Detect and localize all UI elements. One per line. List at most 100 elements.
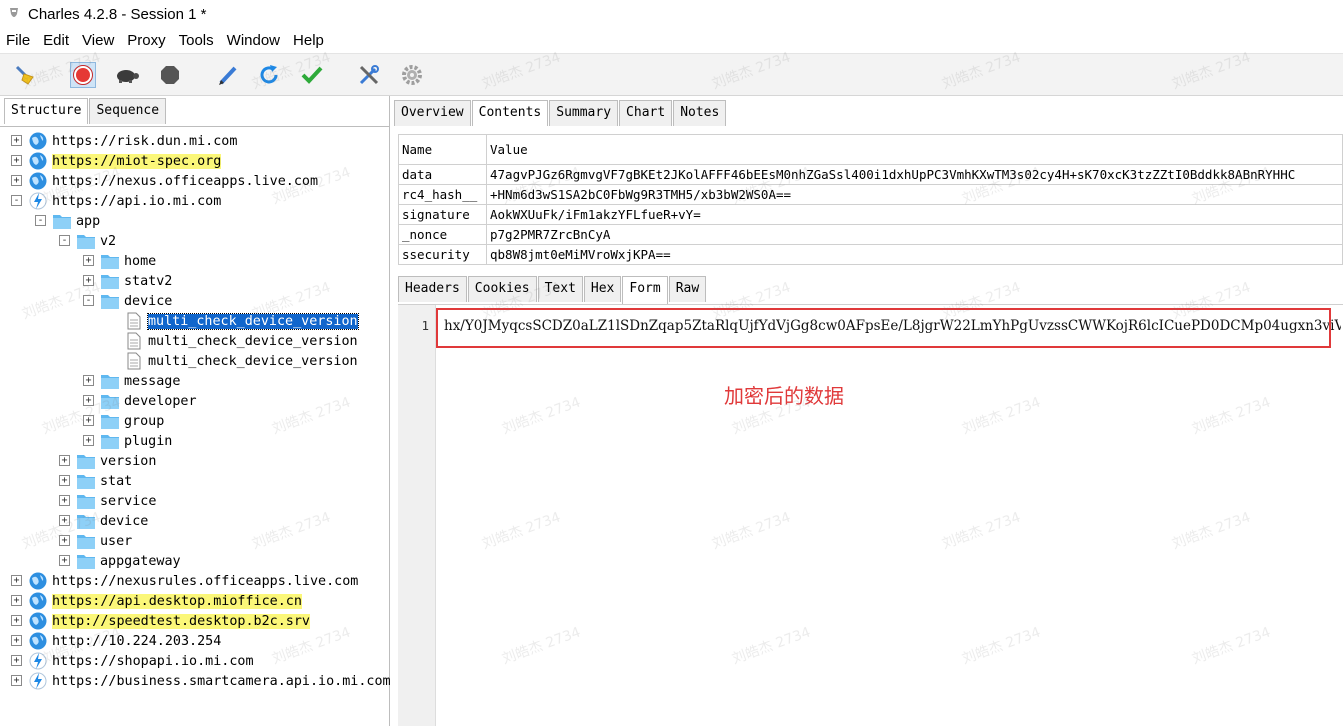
- globe-icon: [28, 171, 48, 191]
- broom-icon[interactable]: [12, 62, 38, 88]
- tree-expander[interactable]: +: [11, 615, 22, 626]
- tree-node[interactable]: multi_check_device_version: [124, 311, 359, 331]
- table-row[interactable]: rc4_hash__ +HNm6d3wS1SA2bC0FbWg9R3TMH5/x…: [398, 184, 1343, 205]
- menu-view[interactable]: View: [76, 32, 121, 49]
- tree-expander[interactable]: +: [59, 495, 70, 506]
- menu-help[interactable]: Help: [287, 32, 331, 49]
- tab-hex[interactable]: Hex: [583, 276, 622, 302]
- tree-node[interactable]: + user: [59, 531, 133, 551]
- stop-icon[interactable]: [157, 62, 183, 88]
- table-row[interactable]: data 47agvPJGz6RgmvgVF7gBKEt2JKolAFFF46b…: [398, 164, 1343, 185]
- tree-node[interactable]: + home: [83, 251, 156, 271]
- tree-expander[interactable]: +: [11, 155, 22, 166]
- tree-expander[interactable]: -: [35, 215, 46, 226]
- tree-node[interactable]: + http://10.224.203.254: [11, 631, 221, 651]
- tree-node[interactable]: + version: [59, 451, 156, 471]
- tree-expander[interactable]: +: [83, 375, 94, 386]
- tree-node[interactable]: + https://nexusrules.officeapps.live.com: [11, 571, 358, 591]
- tree-node[interactable]: + https://business.smartcamera.api.io.mi.…: [11, 671, 390, 691]
- tab-contents[interactable]: Contents: [471, 100, 549, 126]
- tree-node[interactable]: + https://api.desktop.mioffice.cn: [11, 591, 302, 611]
- globe-icon: [28, 611, 48, 631]
- tools-icon[interactable]: [356, 62, 382, 88]
- tree-expander[interactable]: -: [83, 295, 94, 306]
- folder-icon: [100, 291, 120, 311]
- tree-expander[interactable]: +: [11, 635, 22, 646]
- tree-node[interactable]: + service: [59, 491, 156, 511]
- tree-node[interactable]: - v2: [59, 231, 116, 251]
- check-icon[interactable]: [299, 62, 325, 88]
- column-header-value[interactable]: Value: [486, 134, 1343, 165]
- tree-node[interactable]: + stat: [59, 471, 132, 491]
- table-row[interactable]: _nonce p7g2PMR7ZrcBnCyA: [398, 224, 1343, 245]
- gear-icon[interactable]: [399, 62, 425, 88]
- tab-overview[interactable]: Overview: [394, 100, 471, 126]
- body-editor[interactable]: 1 hx/Y0JMyqcsSCDZ0aLZ1lSDnZqap5ZtaRlqUjf…: [398, 304, 1343, 726]
- tree-expander[interactable]: +: [11, 575, 22, 586]
- tree-expander[interactable]: +: [11, 655, 22, 666]
- tree-expander[interactable]: +: [59, 555, 70, 566]
- title-bar: Charles 4.2.8 - Session 1 *: [0, 0, 1343, 28]
- tab-sequence[interactable]: Sequence: [89, 98, 167, 124]
- tree-node[interactable]: - app: [35, 211, 100, 231]
- tree-expander[interactable]: +: [83, 435, 94, 446]
- tree-expander[interactable]: +: [11, 595, 22, 606]
- tree-node[interactable]: + appgateway: [59, 551, 181, 571]
- tree-node[interactable]: + https://risk.dun.mi.com: [11, 131, 237, 151]
- tab-raw[interactable]: Raw: [668, 276, 707, 302]
- turtle-icon[interactable]: [114, 62, 140, 88]
- tree-expander[interactable]: +: [59, 455, 70, 466]
- tree-node[interactable]: + http://speedtest.desktop.b2c.srv: [11, 611, 310, 631]
- annotation-highlight-box: [436, 308, 1331, 348]
- param-value: p7g2PMR7ZrcBnCyA: [486, 224, 1343, 245]
- tree-expander[interactable]: +: [83, 255, 94, 266]
- menu-proxy[interactable]: Proxy: [121, 32, 172, 49]
- tree-node-label: developer: [124, 393, 197, 409]
- pen-icon[interactable]: [215, 62, 241, 88]
- tree-expander[interactable]: +: [83, 415, 94, 426]
- tree-node[interactable]: + https://shopapi.io.mi.com: [11, 651, 254, 671]
- tab-form[interactable]: Form: [622, 276, 668, 304]
- tree-expander[interactable]: +: [59, 515, 70, 526]
- tree-node[interactable]: multi_check_device_version: [124, 351, 358, 371]
- tree-node[interactable]: + group: [83, 411, 164, 431]
- tree-node[interactable]: + https://nexus.officeapps.live.com: [11, 171, 318, 191]
- file-icon: [124, 311, 144, 331]
- tree-node[interactable]: + developer: [83, 391, 197, 411]
- tree-expander[interactable]: +: [11, 135, 22, 146]
- column-header-name[interactable]: Name: [398, 134, 487, 165]
- tab-headers[interactable]: Headers: [398, 276, 467, 302]
- tree-expander[interactable]: -: [59, 235, 70, 246]
- tree-node[interactable]: multi_check_device_version: [124, 331, 358, 351]
- tree-node[interactable]: - https://api.io.mi.com: [11, 191, 221, 211]
- tree-expander[interactable]: -: [11, 195, 22, 206]
- tree-expander[interactable]: +: [11, 175, 22, 186]
- tab-cookies[interactable]: Cookies: [467, 276, 537, 302]
- menu-tools[interactable]: Tools: [173, 32, 221, 49]
- tree-node[interactable]: + https://miot-spec.org: [11, 151, 222, 171]
- tree-node[interactable]: + message: [83, 371, 180, 391]
- tree-expander[interactable]: +: [59, 475, 70, 486]
- tab-chart[interactable]: Chart: [619, 100, 673, 126]
- tree-expander[interactable]: +: [83, 395, 94, 406]
- tree-node[interactable]: + device: [59, 511, 148, 531]
- record-icon[interactable]: [70, 62, 96, 88]
- tree-node[interactable]: + plugin: [83, 431, 172, 451]
- tree-node-label: user: [100, 533, 133, 549]
- tree-node[interactable]: + statv2: [83, 271, 172, 291]
- tab-summary[interactable]: Summary: [549, 100, 619, 126]
- refresh-icon[interactable]: [256, 62, 282, 88]
- tree-node[interactable]: - device: [83, 291, 172, 311]
- menu-file[interactable]: File: [0, 32, 37, 49]
- menu-window[interactable]: Window: [221, 32, 287, 49]
- tab-text[interactable]: Text: [537, 276, 583, 302]
- tree-expander[interactable]: +: [59, 535, 70, 546]
- tree-expander[interactable]: +: [83, 275, 94, 286]
- table-row[interactable]: ssecurity qb8W8jmt0eMiMVroWxjKPA==: [398, 244, 1343, 265]
- menu-edit[interactable]: Edit: [37, 32, 76, 49]
- tree-expander[interactable]: +: [11, 675, 22, 686]
- toolbar: [0, 54, 1343, 96]
- table-row[interactable]: signature AokWXUuFk/iFm1akzYFLfueR+vY=: [398, 204, 1343, 225]
- tab-structure[interactable]: Structure: [4, 98, 89, 124]
- tab-notes[interactable]: Notes: [673, 100, 727, 126]
